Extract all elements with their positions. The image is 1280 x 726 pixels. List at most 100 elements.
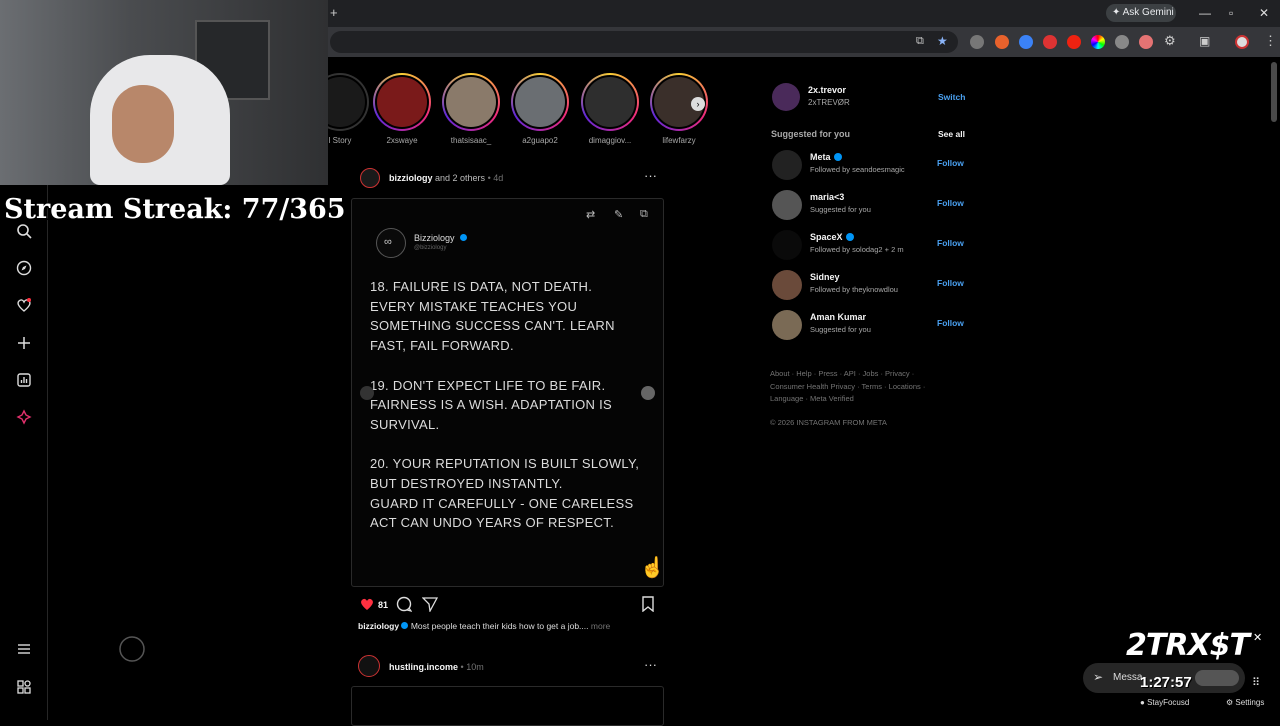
stream-streak-text: Stream Streak: 77/365 [4,194,346,225]
follow-button[interactable]: Follow [937,278,964,288]
suggestion-name[interactable]: SpaceX [810,232,854,242]
see-all-link[interactable]: See all [938,129,965,139]
suggestion-avatar[interactable] [772,190,802,220]
suggestion-name[interactable]: Meta [810,152,842,162]
caption-more-link[interactable]: more [591,621,610,631]
suggestion-row: Aman Kumar Suggested for you Follow [772,310,964,342]
stayfocusd-link[interactable]: ● StayFocusd [1140,698,1189,707]
install-app-icon[interactable]: ⧉ [916,35,924,48]
post-options-icon[interactable]: ··· [644,168,657,183]
story-avatar [515,77,565,127]
follow-button[interactable]: Follow [937,318,964,328]
next-post-author-line: hustling.income • 10m [389,662,484,672]
post-author-avatar[interactable] [360,168,380,188]
like-heart-icon[interactable] [359,596,375,612]
chrome-menu-icon[interactable]: ⋮ [1264,33,1277,49]
copyright: © 2026 INSTAGRAM FROM META [770,418,887,427]
story-item[interactable]: a2guapo2 [511,73,569,145]
stories-next-button[interactable]: › [691,97,705,111]
suggestion-name[interactable]: Aman Kumar [810,312,866,322]
bookmark-star-icon[interactable]: ★ [937,34,948,48]
notifications-heart-icon[interactable] [16,297,32,313]
card-author-avatar: ∞ [376,228,406,258]
webcam-overlay [0,0,328,185]
extensions-puzzle-icon[interactable]: ⚙ [1164,33,1176,49]
explore-icon[interactable] [16,260,32,276]
share-icon[interactable] [422,596,438,612]
overlay-close-icon[interactable]: ✕ [1253,631,1262,644]
extension-block-icon[interactable] [1043,35,1057,49]
maximize-button[interactable]: ▫ [1229,6,1233,20]
story-avatar [446,77,496,127]
suggestion-name[interactable]: Sidney [810,272,840,282]
page-scrollbar[interactable] [1271,62,1277,122]
extension-color-wheel-icon[interactable] [1091,35,1105,49]
pin-icon[interactable]: ✎ [614,208,623,221]
also-from-meta-icon[interactable] [16,679,32,695]
post-author[interactable]: bizziology [389,173,433,183]
ask-gemini-button[interactable]: ✦ Ask Gemini [1106,4,1176,22]
carousel-next-button[interactable] [641,386,655,400]
next-post-author[interactable]: hustling.income [389,662,458,672]
suggestion-name[interactable]: maria<3 [810,192,844,202]
story-item[interactable]: thatsisaac_ [442,73,500,145]
post-quote-text: 18. FAILURE IS DATA, NOT DEATH. EVERY MI… [370,279,640,531]
comment-icon[interactable] [396,596,412,612]
account-username[interactable]: 2x.trevor [808,85,846,95]
suggested-heading: Suggested for you [771,129,851,139]
repost-icon[interactable]: ⇄ [586,208,595,221]
carousel-prev-button[interactable] [360,386,374,400]
streamer-logo: 2TRX$T [1126,628,1250,663]
next-post-options-icon[interactable]: ··· [644,657,657,672]
caption-author[interactable]: bizziology [358,621,399,631]
story-item[interactable]: dimaggiov... [581,73,639,145]
profile-avatar-icon[interactable] [1235,35,1249,49]
follow-button[interactable]: Follow [937,158,964,168]
post-age: 4d [493,173,504,183]
account-avatar[interactable] [772,83,800,111]
extension-sun-icon[interactable] [1115,35,1129,49]
save-bookmark-icon[interactable] [640,596,656,612]
story-username: lifewfarzy [662,136,696,145]
infinity-logo-icon: ∞ [384,236,392,248]
open-external-icon[interactable]: ⧉ [640,208,648,221]
cursor-pointer-icon: ☝ [640,557,665,579]
follow-button[interactable]: Follow [937,198,964,208]
follow-button[interactable]: Follow [937,238,964,248]
extension-glasses-icon[interactable] [970,35,984,49]
stayfocusd-label: StayFocusd [1147,698,1190,707]
extension-red-icon[interactable] [1067,35,1081,49]
extension-stop-icon[interactable] [1139,35,1153,49]
close-window-button[interactable]: ✕ [1259,6,1269,20]
more-menu-icon[interactable] [16,641,32,657]
grid-icon[interactable]: ⠿ [1252,676,1260,689]
footer-links[interactable]: About · Help · Press · API · Jobs · Priv… [770,368,940,406]
next-post-avatar[interactable] [358,655,380,677]
suggestion-avatar[interactable] [772,270,802,300]
story-avatar [585,77,635,127]
suggestion-row: SpaceX Followed by solodag2 + 2 m Follow [772,230,964,262]
post-coauthors[interactable]: and 2 others [435,173,485,183]
suggestion-name-text: Aman Kumar [810,312,867,322]
dashboard-icon[interactable] [16,372,32,388]
extension-blue-icon[interactable] [1019,35,1033,49]
like-count[interactable]: 81 [378,600,388,610]
meta-ai-icon[interactable] [16,409,32,425]
url-field[interactable]: ⧉ ★ [330,31,958,53]
minimize-button[interactable]: — [1199,6,1211,20]
suggestion-avatar[interactable] [772,150,802,180]
extension-orange-icon[interactable] [995,35,1009,49]
new-tab-button[interactable]: + [330,5,338,20]
post-header: bizziology and 2 others • 4d ··· [358,168,664,188]
suggestion-subtitle: Followed by solodag2 + 2 m [810,245,904,254]
story-ring [373,73,431,131]
story-item[interactable]: 2xswaye [373,73,431,145]
suggestion-avatar[interactable] [772,230,802,260]
switch-account-link[interactable]: Switch [938,92,965,102]
side-panel-icon[interactable]: ▣ [1199,34,1210,48]
search-icon[interactable] [16,223,32,239]
create-plus-icon[interactable] [16,335,32,351]
suggestion-avatar[interactable] [772,310,802,340]
card-author-handle: @bizziology [414,245,447,251]
settings-link[interactable]: ⚙ Settings [1226,698,1264,707]
